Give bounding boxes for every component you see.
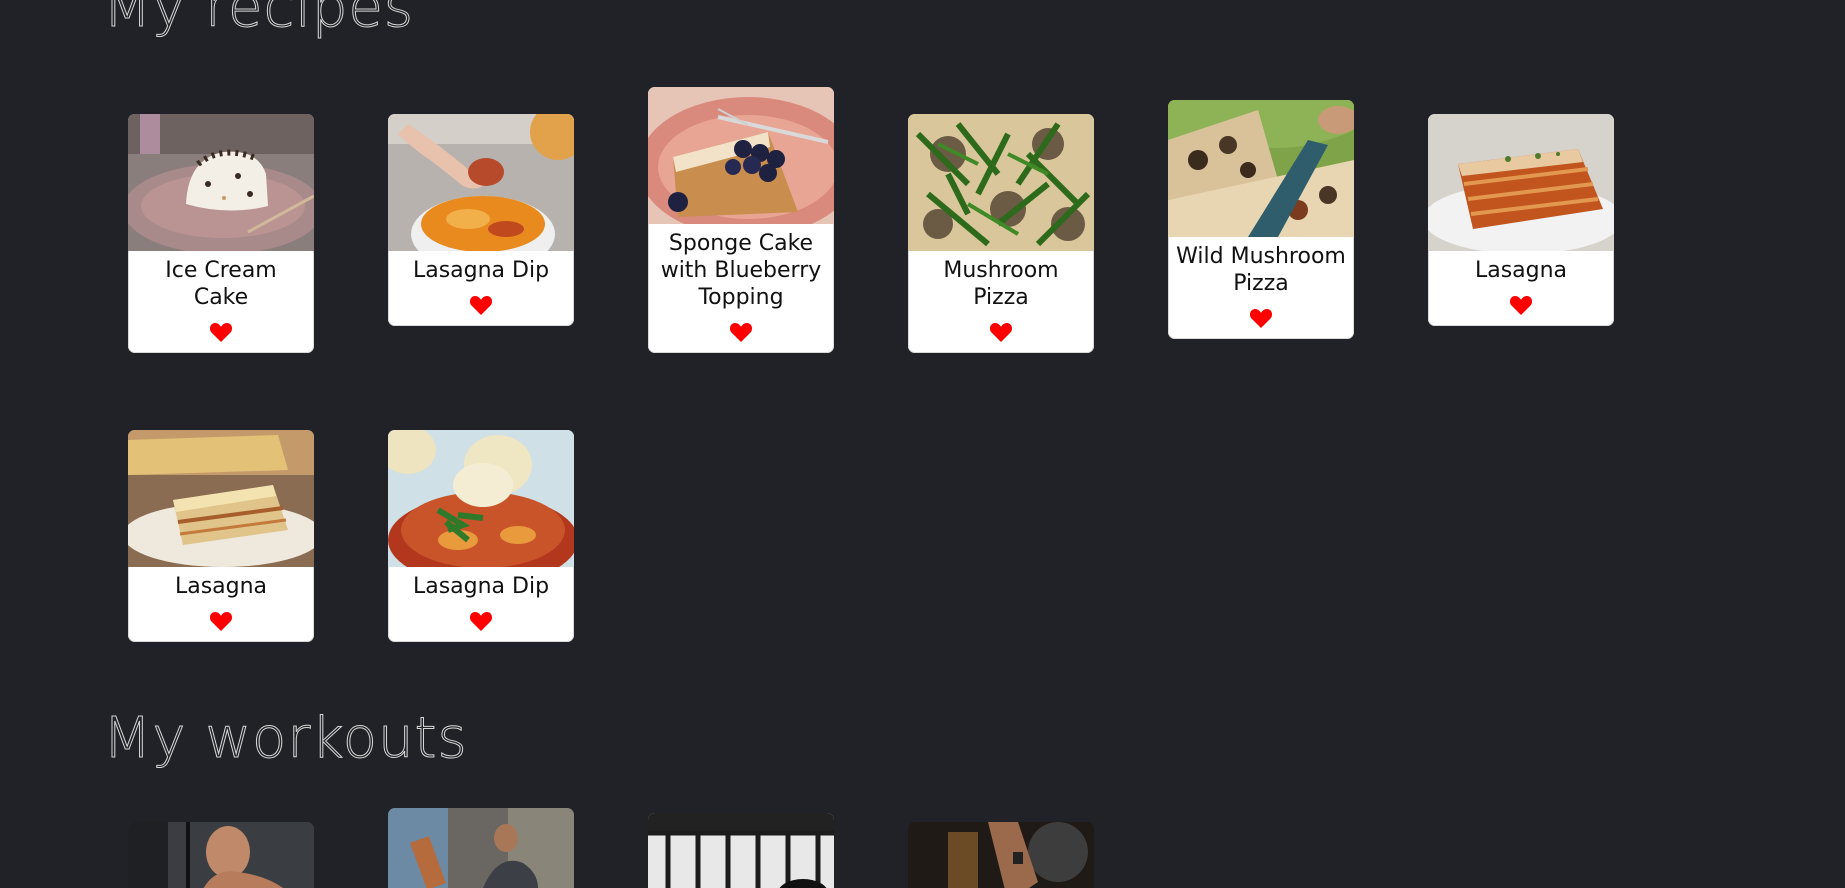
recipe-title: Mushroom Pizza [943, 258, 1059, 310]
my-workouts-heading: My workouts [103, 706, 468, 771]
favorite-heart-icon[interactable] [469, 610, 493, 632]
workout-card[interactable] [908, 822, 1094, 888]
lasagna-photo [128, 430, 314, 567]
recipe-title: Sponge Cake with Blueberry Topping [660, 231, 822, 310]
workout-card[interactable] [388, 808, 574, 888]
workout-card[interactable] [128, 822, 314, 888]
cable-workout-photo [128, 822, 314, 888]
recipe-title: Wild Mushroom Pizza [1176, 244, 1346, 296]
favorite-heart-icon[interactable] [209, 321, 233, 343]
gym-trainer-photo [388, 808, 574, 888]
recipe-title: Lasagna Dip [412, 258, 550, 283]
lasagna-dip-photo [388, 430, 574, 567]
page: My recipes Ice Cream Cake Lasagna Dip Sp… [0, 0, 1845, 888]
favorite-heart-icon[interactable] [209, 610, 233, 632]
recipe-title: Lasagna [174, 574, 268, 599]
mushroom-pizza-photo [908, 114, 1094, 251]
recipe-card-sponge-cake[interactable]: Sponge Cake with Blueberry Topping [648, 87, 834, 353]
favorite-heart-icon[interactable] [1249, 307, 1273, 329]
recipe-title: Lasagna [1474, 258, 1568, 283]
favorite-heart-icon[interactable] [989, 321, 1013, 343]
lasagna-dip-photo [388, 114, 574, 251]
recipe-card-lasagna[interactable]: Lasagna [1428, 114, 1614, 326]
lasagna-photo [1428, 114, 1614, 251]
ice-cream-cake-photo [128, 114, 314, 251]
recipe-card-lasagna-dip[interactable]: Lasagna Dip [388, 430, 574, 642]
recipe-card-ice-cream-cake[interactable]: Ice Cream Cake [128, 114, 314, 353]
recipe-card-mushroom-pizza[interactable]: Mushroom Pizza [908, 114, 1094, 353]
recipe-card-lasagna[interactable]: Lasagna [128, 430, 314, 642]
recipe-title: Lasagna Dip [412, 574, 550, 599]
recipe-card-wild-mushroom-pizza[interactable]: Wild Mushroom Pizza [1168, 100, 1354, 339]
favorite-heart-icon[interactable] [1509, 294, 1533, 316]
dumbbell-workout-photo [908, 822, 1094, 888]
favorite-heart-icon[interactable] [729, 321, 753, 343]
recipe-title: Ice Cream Cake [165, 258, 277, 310]
recipe-card-lasagna-dip[interactable]: Lasagna Dip [388, 114, 574, 326]
favorite-heart-icon[interactable] [469, 294, 493, 316]
workout-card[interactable] [648, 813, 834, 888]
sponge-cake-photo [648, 87, 834, 224]
my-recipes-heading: My recipes [102, 0, 415, 40]
gym-interior-photo [648, 813, 834, 888]
wild-mushroom-pizza-photo [1168, 100, 1354, 237]
